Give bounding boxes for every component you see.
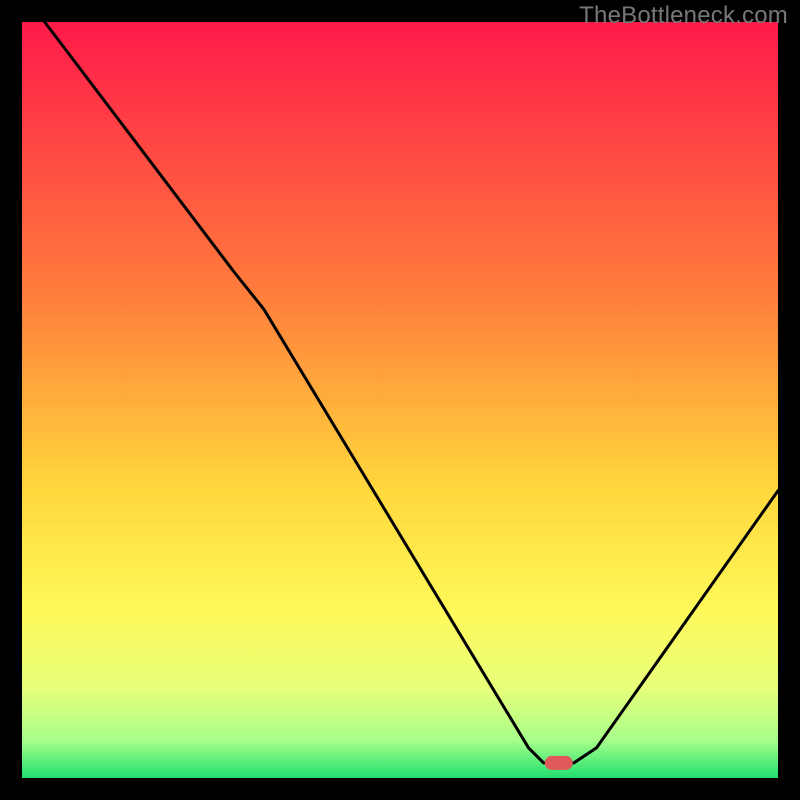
plot-area — [22, 22, 778, 778]
bottleneck-chart: TheBottleneck.com — [0, 0, 800, 800]
watermark-text: TheBottleneck.com — [579, 2, 788, 30]
chart-canvas — [0, 0, 800, 800]
optimal-marker — [545, 756, 573, 770]
